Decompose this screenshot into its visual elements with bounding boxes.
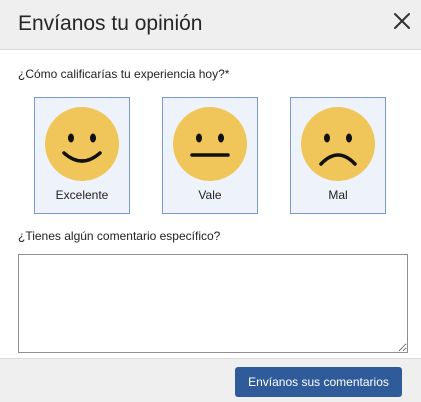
rating-option-label: Vale	[198, 188, 222, 202]
neutral-face-icon	[173, 107, 247, 181]
sad-face-icon	[301, 107, 375, 181]
rating-option-label: Excelente	[55, 188, 109, 202]
dialog-header: Envíanos tu opinión	[0, 0, 421, 50]
happy-face-icon	[45, 107, 119, 181]
comment-question: ¿Tienes algún comentario específico?	[18, 229, 221, 243]
close-icon[interactable]	[393, 12, 411, 30]
rating-question: ¿Cómo calificarías tu experiencia hoy?*	[18, 67, 230, 81]
dialog-footer: Envíanos sus comentarios	[0, 358, 421, 402]
feedback-dialog: Envíanos tu opinión ¿Cómo calificarías t…	[0, 0, 421, 402]
rating-option-mal[interactable]: Mal	[290, 97, 386, 214]
comment-textarea[interactable]	[18, 254, 408, 353]
rating-option-excelente[interactable]: Excelente	[34, 97, 130, 214]
submit-feedback-button[interactable]: Envíanos sus comentarios	[235, 367, 402, 397]
rating-option-vale[interactable]: Vale	[162, 97, 258, 214]
dialog-title: Envíanos tu opinión	[18, 12, 203, 35]
rating-option-label: Mal	[328, 188, 348, 202]
